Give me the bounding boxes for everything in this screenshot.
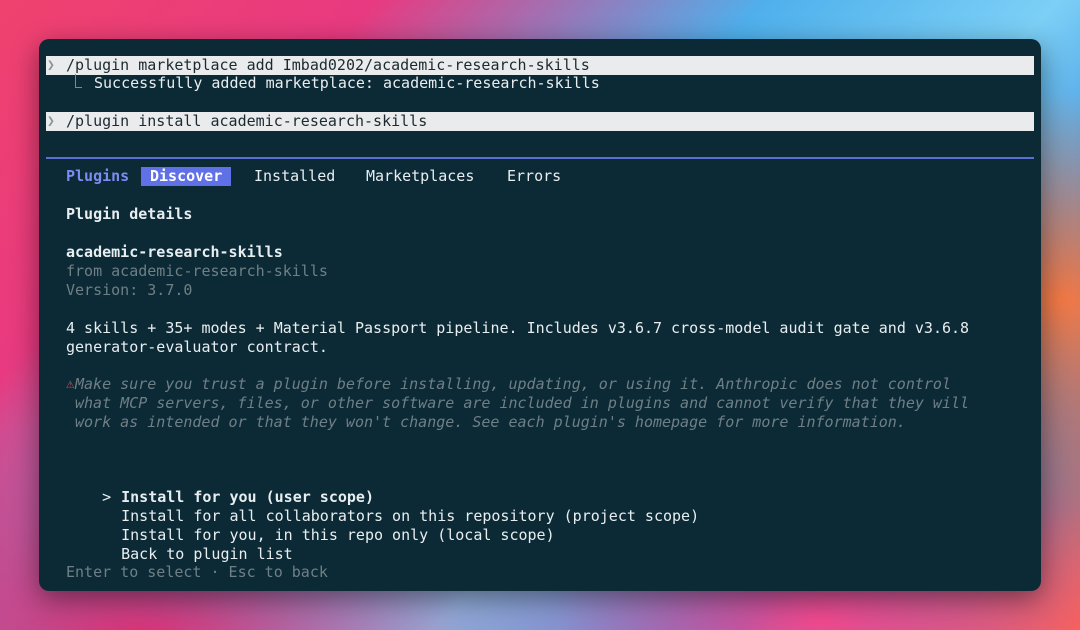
plugin-description-line-2: generator-evaluator contract. [66,338,328,356]
warning-line-3: work as intended or that they won't chan… [75,413,906,431]
option-label: Back to plugin list [121,545,293,563]
footer-hint: Enter to select · Esc to back [66,563,328,581]
warning-line-1: Make sure you trust a plugin before inst… [75,375,951,393]
command-line-2[interactable]: ❯ /plugin install academic-research-skil… [46,112,1034,131]
tab-marketplaces[interactable]: Marketplaces [366,167,474,186]
warning-icon: ⚠ [66,376,75,392]
warning-line-2: what MCP servers, files, or other softwa… [75,394,970,412]
command-result: Successfully added marketplace: academic… [94,74,600,92]
plugin-description-line-1: 4 skills + 35+ modes + Material Passport… [66,319,970,337]
command-text-1: /plugin marketplace add Imbad0202/academ… [66,56,590,74]
tab-discover[interactable]: Discover [141,167,232,186]
command-line-1: ❯ /plugin marketplace add Imbad0202/acad… [46,56,1034,75]
command-text-2[interactable]: /plugin install academic-research-skills [66,112,427,131]
tab-installed[interactable]: Installed [254,167,335,186]
plugin-version: Version: 3.7.0 [66,281,193,299]
prompt-chevron-icon: ❯ [47,58,55,73]
section-heading: Plugin details [66,205,193,223]
terminal-window: ❯ /plugin marketplace add Imbad0202/acad… [39,39,1041,591]
plugin-source: from academic-research-skills [66,262,328,280]
tab-errors[interactable]: Errors [507,167,561,186]
plugin-name: academic-research-skills [66,243,283,261]
tree-connector-icon [75,74,82,88]
panel-title-plugins: Plugins [66,167,130,185]
panel-divider [46,157,1034,159]
prompt-chevron-icon: ❯ [47,114,55,129]
